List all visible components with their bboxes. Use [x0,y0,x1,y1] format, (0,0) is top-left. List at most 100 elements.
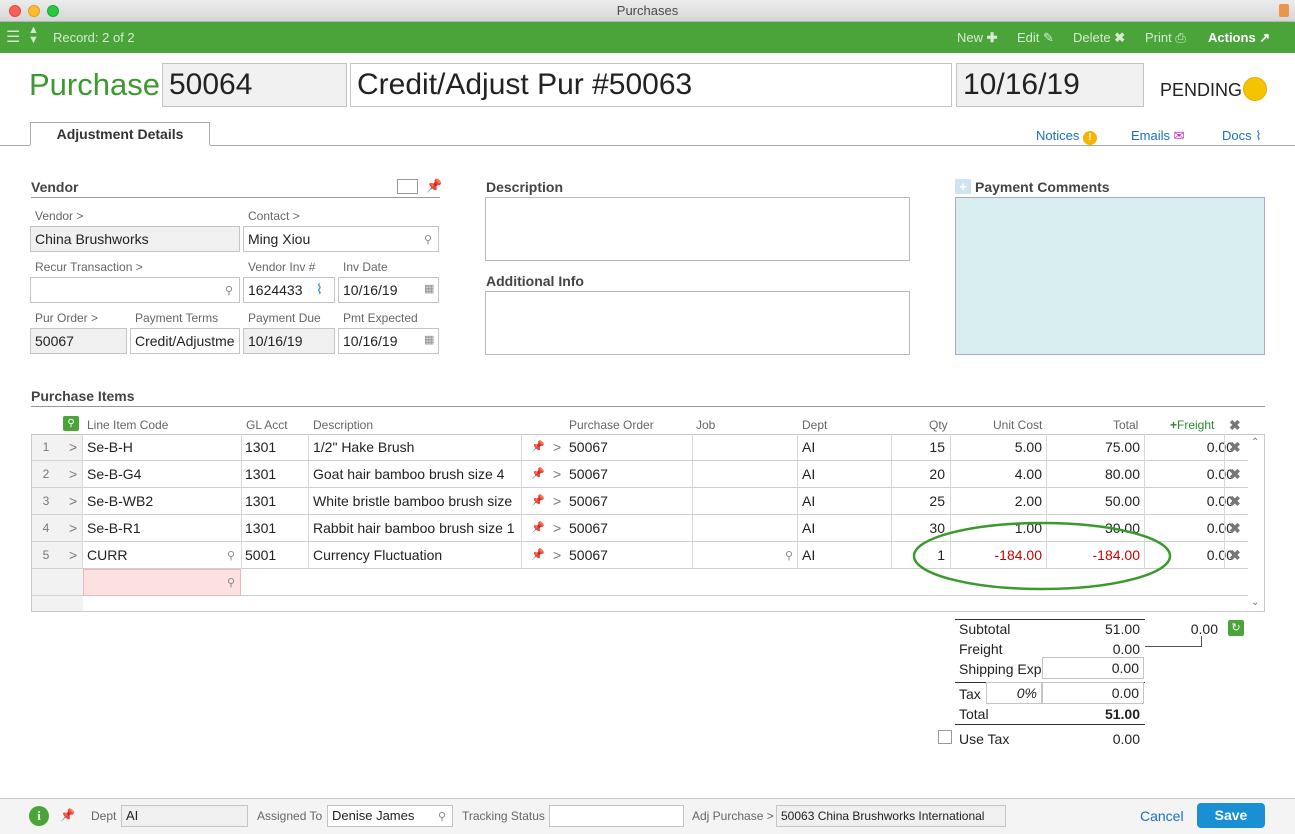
emails-link[interactable]: Emails ✉ [1131,128,1185,144]
gl-acct-cell[interactable]: 1301 [245,434,307,461]
zoom-window-icon[interactable] [47,5,59,17]
pin-icon[interactable]: 📌 [531,461,549,488]
new-item-code-field[interactable] [83,569,241,596]
minimize-window-icon[interactable] [28,5,40,17]
search-icon[interactable]: ⚲ [438,810,446,823]
description-cell[interactable]: 1/2" Hake Brush [313,434,521,461]
edit-button[interactable]: Edit ✎ [1017,30,1054,46]
use-tax-checkbox[interactable] [938,730,952,744]
tax-field[interactable]: 0.00 [1042,682,1144,704]
tab-adjustment-details[interactable]: Adjustment Details [30,122,210,146]
unit-cost-cell[interactable]: 5.00 [953,434,1042,461]
contact-field[interactable]: Ming Xiou [243,226,439,252]
freight-cell[interactable]: 0.00 [1147,461,1234,488]
scroll-up-icon[interactable]: ⌃ [1251,437,1259,448]
qty-cell[interactable]: 15 [893,434,945,461]
purchase-title-field[interactable]: Credit/Adjust Pur #50063 [350,63,952,107]
gl-acct-cell[interactable]: 1301 [245,488,307,515]
row-expand-icon[interactable]: > [69,434,81,461]
pin-icon[interactable]: 📌 [60,808,75,822]
gl-acct-cell[interactable]: 1301 [245,515,307,542]
dept-cell[interactable]: AI [802,434,887,461]
freight-cell[interactable]: 0.00 [1147,488,1234,515]
purchase-order-cell[interactable]: 50067 [569,461,689,488]
dept-cell[interactable]: AI [802,542,887,569]
purchase-order-cell[interactable]: 50067 [569,488,689,515]
vendor-card-icon[interactable] [397,179,418,194]
vendor-label[interactable]: Vendor > [35,209,83,223]
freight-cell[interactable]: 0.00 [1147,434,1234,461]
code-search-icon[interactable]: ⚲ [227,549,235,562]
dept-cell[interactable]: AI [802,461,887,488]
info-icon[interactable]: i [29,806,49,826]
line-item-code-cell[interactable]: Se-B-R1 [87,515,237,542]
row-expand-icon[interactable]: > [69,515,81,542]
delete-row-icon[interactable]: ✖ [1229,520,1241,537]
line-item-code-cell[interactable]: CURR [87,542,237,569]
delete-row-icon[interactable]: ✖ [1229,493,1241,510]
purchase-order-cell[interactable]: 50067 [569,515,689,542]
search-icon[interactable]: ⚲ [424,233,432,246]
cancel-button[interactable]: Cancel [1140,808,1184,824]
purchase-number-field[interactable]: 50064 [162,63,347,107]
line-item-code-cell[interactable]: Se-B-H [87,434,237,461]
job-cell[interactable] [697,461,797,488]
pin-icon[interactable]: 📌 [426,178,442,194]
line-item-code-cell[interactable]: Se-B-WB2 [87,488,237,515]
paperclip-icon[interactable]: ⌇ [316,281,323,298]
adj-purchase-field[interactable]: 50063 China Brushworks International [776,805,1006,827]
purchase-order-cell[interactable]: 50067 [569,542,689,569]
search-icon[interactable]: ⚲ [225,284,233,297]
delete-row-icon[interactable]: ✖ [1229,439,1241,456]
tax-rate-field[interactable]: 0% [986,682,1042,704]
scroll-down-icon[interactable]: ⌄ [1251,597,1259,608]
dept-cell[interactable]: AI [802,515,887,542]
delete-row-icon[interactable]: ✖ [1229,547,1241,564]
pin-icon[interactable]: 📌 [531,542,549,569]
item-search-icon[interactable]: ⚲ [63,416,79,431]
record-nav-icon[interactable]: ▲ ▼ [28,25,39,46]
gl-acct-cell[interactable]: 5001 [245,542,307,569]
assigned-to-field[interactable]: Denise James [327,805,453,827]
delete-row-icon[interactable]: ✖ [1229,466,1241,483]
additional-info-textarea[interactable] [485,291,910,355]
description-cell[interactable]: Goat hair bamboo brush size 4 [313,461,521,488]
pin-icon[interactable]: 📌 [531,488,549,515]
purchase-order-cell[interactable]: 50067 [569,434,689,461]
shipping-field[interactable]: 0.00 [1042,657,1144,679]
pur-order-label[interactable]: Pur Order > [35,311,98,325]
payment-comments-textarea[interactable] [955,197,1265,355]
job-cell[interactable] [697,488,797,515]
contact-label[interactable]: Contact > [248,209,300,223]
row-expand-icon[interactable]: > [69,542,81,569]
description-cell[interactable]: Rabbit hair bamboo brush size 1 [313,515,521,542]
footer-dept-field[interactable]: AI [121,805,248,827]
po-link-icon[interactable]: > [553,434,565,461]
print-button[interactable]: Print ⎙ [1145,30,1186,46]
unit-cost-cell[interactable]: 2.00 [953,488,1042,515]
pin-icon[interactable]: 📌 [531,434,549,461]
job-cell[interactable] [697,434,797,461]
table-row[interactable]: 1 > Se-B-H 1301 1/2" Hake Brush 📌 >50067 AI 15 5.… [31,434,1248,461]
close-window-icon[interactable] [9,5,21,17]
qty-cell[interactable]: 20 [893,461,945,488]
table-row[interactable]: 2 > Se-B-G4 1301 Goat hair bamboo brush size… [31,461,1248,488]
job-search-icon[interactable]: ⚲ [785,549,793,562]
recur-transaction-field[interactable] [30,277,240,303]
qty-cell[interactable]: 25 [893,488,945,515]
gl-acct-cell[interactable]: 1301 [245,461,307,488]
calendar-icon[interactable]: ▦ [424,282,434,295]
payment-terms-field[interactable]: Credit/Adjustme [130,328,240,354]
row-expand-icon[interactable]: > [69,461,81,488]
job-cell[interactable] [697,515,797,542]
po-link-icon[interactable]: > [553,488,565,515]
row-expand-icon[interactable]: > [69,488,81,515]
docs-link[interactable]: Docs ⌇ [1222,128,1262,144]
calendar-icon[interactable]: ▦ [424,333,434,346]
delete-button[interactable]: Delete ✖ [1073,30,1125,46]
description-cell[interactable]: Currency Fluctuation [313,542,521,569]
vendor-field[interactable]: China Brushworks [30,226,240,252]
po-link-icon[interactable]: > [553,542,565,569]
po-link-icon[interactable]: > [553,461,565,488]
tracking-status-field[interactable] [549,805,684,827]
